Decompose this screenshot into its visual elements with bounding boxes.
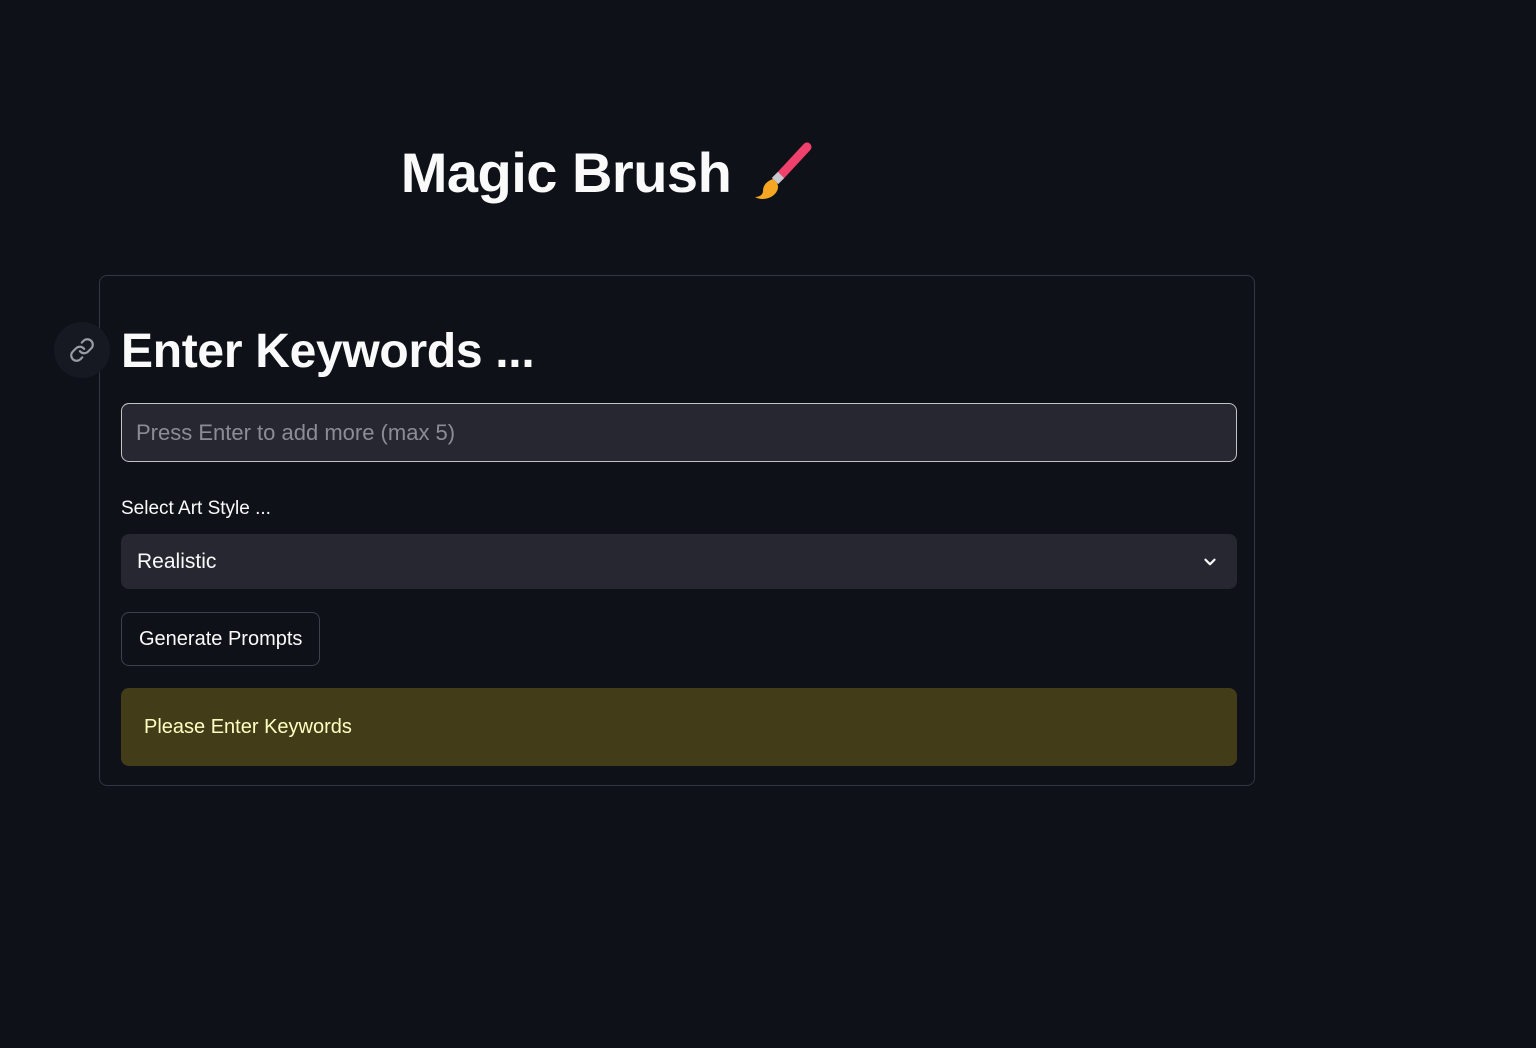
warning-alert: Please Enter Keywords [121, 688, 1237, 766]
heading-anchor-link[interactable] [54, 322, 110, 378]
app-root: Magic Brush Enter Keywords ... Select Ar… [0, 0, 1536, 1048]
chevron-down-icon [1199, 551, 1221, 573]
generate-prompts-button[interactable]: Generate Prompts [121, 612, 321, 666]
paintbrush-icon [755, 142, 812, 199]
title-row: Magic Brush [0, 140, 1216, 205]
art-style-label: Select Art Style ... [121, 498, 271, 519]
page-title: Magic Brush [401, 140, 816, 205]
page-title-text: Magic Brush [400, 141, 732, 204]
section-heading: Enter Keywords ... [121, 325, 535, 378]
link-icon [70, 338, 94, 362]
warning-message: Please Enter Keywords [144, 715, 352, 738]
art-style-select[interactable]: Realistic [121, 534, 1237, 589]
art-style-selected-value: Realistic [137, 549, 217, 573]
keywords-input[interactable] [121, 403, 1237, 462]
